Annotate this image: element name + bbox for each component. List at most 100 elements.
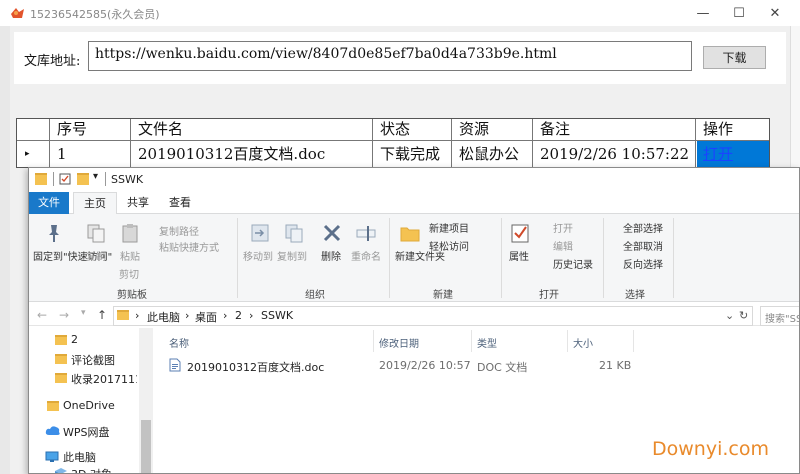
column-divider[interactable]	[567, 330, 568, 352]
column-header-modified[interactable]: 修改日期	[379, 335, 419, 350]
properties-button[interactable]: 属性	[509, 248, 529, 263]
new-group-label: 新建	[433, 290, 453, 301]
breadcrumb-desktop[interactable]: 桌面	[195, 309, 217, 325]
history-button[interactable]: 历史记录	[553, 256, 593, 271]
search-input[interactable]: 搜索"SS	[760, 306, 799, 326]
col-header-source: 资源	[459, 120, 490, 138]
ribbon-divider	[673, 218, 674, 298]
breadcrumb-2[interactable]: 2	[235, 309, 242, 322]
address-dropdown-icon[interactable]: ⌄	[725, 309, 734, 322]
copy-to-button[interactable]: 复制到	[277, 248, 307, 263]
folder-icon	[55, 354, 67, 364]
paste-button[interactable]: 粘贴	[120, 248, 140, 263]
url-input[interactable]: https://wenku.baidu.com/view/8407d0e85ef…	[88, 41, 692, 71]
copy-to-icon	[285, 224, 303, 243]
col-header-note: 备注	[540, 120, 571, 138]
breadcrumb-separator-icon: ›	[185, 309, 190, 322]
new-folder-icon[interactable]	[77, 173, 89, 185]
paste-shortcut-button[interactable]: 粘贴快捷方式	[159, 239, 219, 254]
organize-group-label: 组织	[305, 290, 325, 301]
delete-icon	[323, 224, 341, 242]
file-name[interactable]: 2019010312百度文档.doc	[187, 359, 324, 375]
table-divider	[451, 119, 452, 167]
3d-objects-icon	[55, 468, 67, 473]
easy-access-button[interactable]: 轻松访问	[429, 238, 469, 253]
select-group-label: 选择	[625, 290, 645, 301]
breadcrumb-separator-icon: ›	[135, 309, 140, 322]
col-header-status: 状态	[380, 120, 411, 138]
table-divider	[695, 119, 696, 167]
move-to-button[interactable]: 移动到	[243, 248, 273, 263]
breadcrumb-separator-icon: ›	[249, 309, 254, 322]
open-button[interactable]: 打开	[553, 220, 573, 235]
task-table: 序号 文件名 状态 资源 备注 操作 ▸ 1 2019010312百度文档.do…	[16, 118, 770, 168]
properties-icon[interactable]	[59, 173, 71, 185]
edit-button[interactable]: 编辑	[553, 238, 573, 253]
divider	[53, 172, 54, 186]
nav-item-onedrive[interactable]: OneDrive	[63, 399, 115, 412]
explorer-titlebar[interactable]	[29, 168, 799, 192]
nav-item-collection[interactable]: 收录20171113	[71, 371, 137, 387]
paste-icon	[122, 224, 138, 243]
ribbon: 固定到"快速访问" 复制 粘贴 复制路径 粘贴快捷方式 剪切 剪贴板 移动到 复…	[29, 214, 799, 302]
explorer-window: ▾ SSWK 文件 主页 共享 查看 固定到"快速访问" 复制 粘贴 复制路径 …	[28, 167, 800, 474]
computer-icon	[45, 451, 59, 462]
address-label: 文库地址:	[24, 54, 81, 69]
refresh-icon[interactable]: ↻	[739, 309, 748, 322]
ribbon-divider	[501, 218, 502, 298]
row-marker-icon: ▸	[25, 149, 30, 159]
breadcrumb-separator-icon: ›	[223, 309, 228, 322]
column-header-type[interactable]: 类型	[477, 335, 497, 350]
properties-icon	[511, 224, 529, 243]
select-all-button[interactable]: 全部选择	[623, 220, 663, 235]
delete-button[interactable]: 删除	[321, 248, 341, 263]
back-arrow-icon[interactable]: ←	[37, 308, 47, 322]
new-item-button[interactable]: 新建项目	[429, 220, 469, 235]
clipboard-group-label: 剪贴板	[117, 290, 147, 301]
row-source: 松鼠办公	[459, 145, 520, 163]
nav-scrollbar-thumb[interactable]	[141, 420, 151, 473]
invert-selection-button[interactable]: 反向选择	[623, 256, 663, 271]
column-header-size[interactable]: 大小	[573, 335, 593, 350]
nav-item-2[interactable]: 2	[71, 333, 78, 346]
left-edge-strip	[0, 26, 10, 474]
onedrive-folder-icon	[47, 401, 59, 411]
file-modified: 2019/2/26 10:57	[379, 359, 471, 372]
nav-item-this-pc[interactable]: 此电脑	[63, 449, 96, 465]
select-none-button[interactable]: 全部取消	[623, 238, 663, 253]
copy-path-button[interactable]: 复制路径	[159, 223, 199, 238]
nav-item-3d-objects[interactable]: 3D 对象	[71, 466, 112, 473]
column-header-name[interactable]: 名称	[169, 335, 189, 350]
col-header-filename: 文件名	[138, 120, 184, 138]
up-arrow-icon[interactable]: ↑	[97, 308, 107, 322]
tab-file[interactable]: 文件	[29, 192, 69, 214]
cut-button[interactable]: 剪切	[119, 266, 139, 281]
chevron-down-icon[interactable]: ▾	[93, 171, 98, 182]
column-divider[interactable]	[633, 330, 634, 352]
download-button[interactable]: 下载	[703, 46, 766, 69]
rename-icon	[356, 226, 376, 241]
breadcrumb-this-pc[interactable]: 此电脑	[147, 309, 180, 325]
ribbon-divider	[237, 218, 238, 298]
recent-chevron-icon[interactable]: ▾	[81, 308, 86, 318]
ribbon-divider	[389, 218, 390, 298]
copy-button[interactable]: 复制	[86, 248, 106, 263]
nav-item-wps-drive[interactable]: WPS网盘	[63, 424, 110, 440]
close-button[interactable]: ✕	[752, 0, 798, 26]
file-type: DOC 文档	[477, 361, 528, 374]
tab-home[interactable]: 主页	[73, 192, 117, 214]
table-divider	[532, 119, 533, 167]
folder-icon	[55, 373, 67, 383]
col-header-action: 操作	[703, 120, 734, 138]
tab-share[interactable]: 共享	[117, 192, 159, 214]
nav-item-comment-screenshots[interactable]: 评论截图	[71, 352, 115, 368]
column-divider[interactable]	[471, 330, 472, 352]
open-link[interactable]: 打开	[703, 141, 733, 167]
tab-view[interactable]: 查看	[159, 192, 201, 214]
column-divider[interactable]	[373, 330, 374, 352]
forward-arrow-icon[interactable]: →	[59, 308, 69, 322]
row-note: 2019/2/26 10:57:22	[540, 145, 690, 163]
cloud-icon	[45, 426, 60, 435]
breadcrumb-sswk[interactable]: SSWK	[261, 309, 293, 322]
rename-button[interactable]: 重命名	[351, 248, 381, 263]
